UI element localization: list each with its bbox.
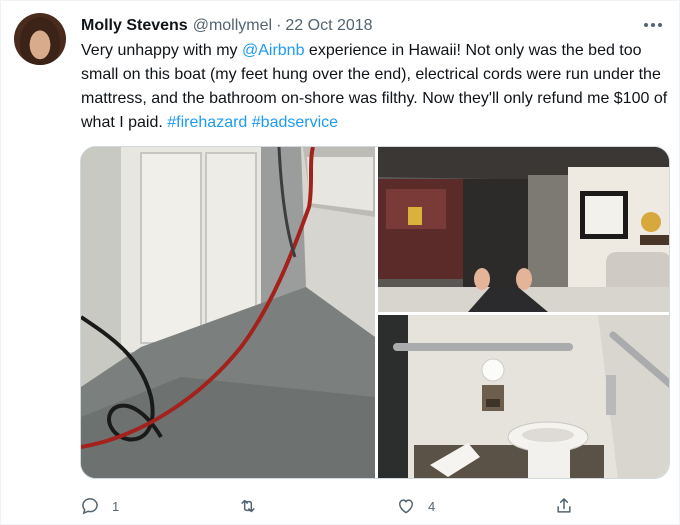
- photo-doorway-cords[interactable]: [81, 147, 375, 478]
- share-icon: [557, 498, 571, 513]
- share-button[interactable]: [554, 492, 574, 520]
- photo-bathroom-image: [378, 315, 669, 478]
- tweet-date[interactable]: 22 Oct 2018: [285, 17, 372, 35]
- hashtag-link-firehazard[interactable]: #firehazard: [167, 114, 247, 131]
- retweet-button[interactable]: [238, 492, 270, 520]
- avatar[interactable]: [14, 13, 66, 65]
- mention-link[interactable]: @Airbnb: [242, 42, 305, 59]
- header-separator: ·: [276, 17, 282, 34]
- photo-bed-feet-image: [378, 147, 669, 312]
- reply-icon: [82, 498, 98, 515]
- tweet-header: Molly Stevens @mollymel · 22 Oct 2018: [81, 15, 373, 37]
- tweet-actions: 1 4: [80, 492, 670, 520]
- retweet-icon: [241, 499, 255, 513]
- author-name[interactable]: Molly Stevens: [81, 17, 188, 35]
- photo-bathroom[interactable]: [378, 315, 669, 478]
- like-icon: [399, 499, 413, 514]
- like-count: 4: [428, 498, 436, 514]
- avatar-portrait: [20, 17, 60, 65]
- tweet-card[interactable]: Molly Stevens @mollymel · 22 Oct 2018 Ve…: [0, 0, 680, 525]
- reply-button[interactable]: 1: [80, 492, 119, 520]
- like-button[interactable]: 4: [396, 492, 435, 520]
- reply-count: 1: [112, 498, 120, 514]
- more-icon: [644, 23, 662, 27]
- more-options-button[interactable]: [639, 13, 667, 37]
- photo-doorway-cords-image: [81, 147, 375, 478]
- tweet-text: Very unhappy with my @Airbnb experience …: [81, 39, 671, 135]
- hashtag-link-badservice[interactable]: #badservice: [252, 114, 338, 131]
- media-grid: [80, 146, 670, 479]
- photo-bed-feet[interactable]: [378, 147, 669, 312]
- author-handle[interactable]: @mollymel: [193, 17, 272, 35]
- tweet-text-segment: Very unhappy with my: [81, 42, 242, 59]
